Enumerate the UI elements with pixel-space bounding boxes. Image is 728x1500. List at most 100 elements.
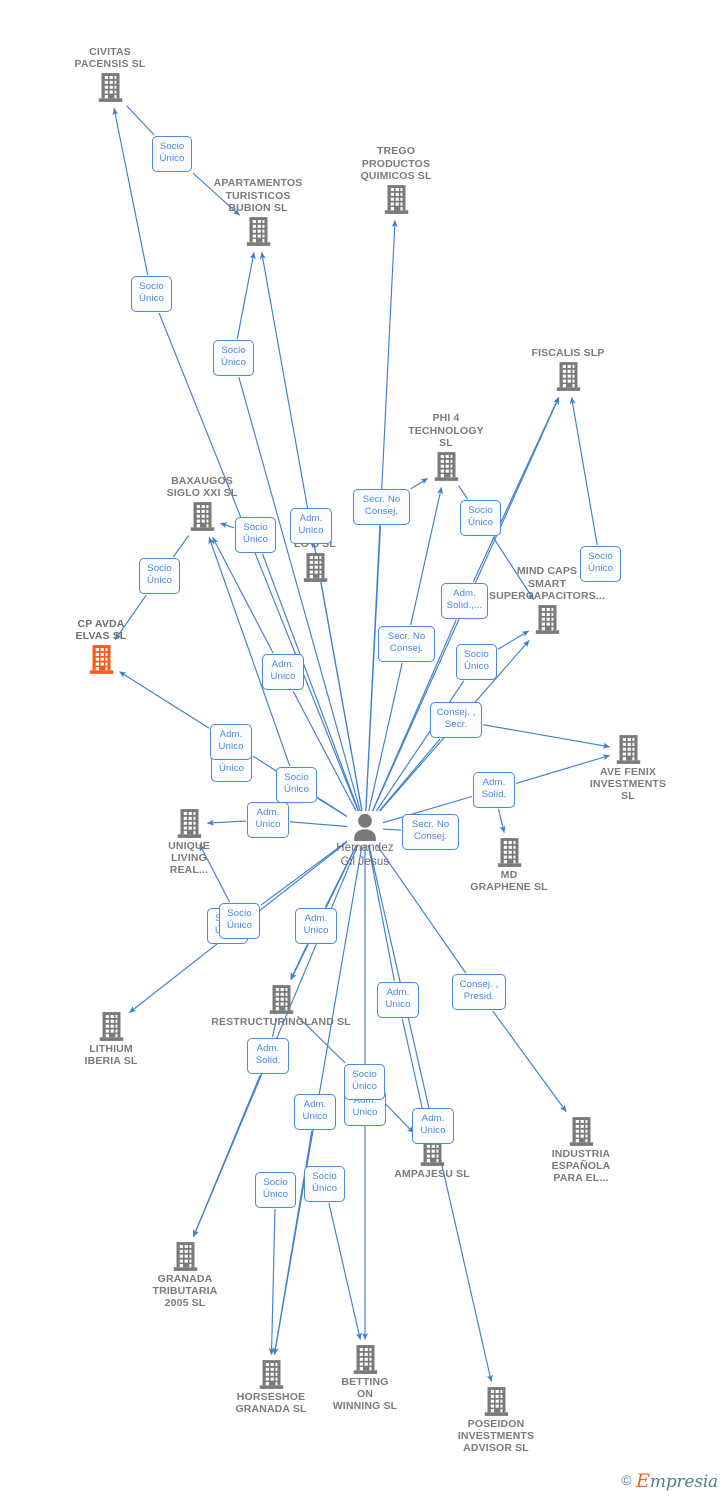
relation-tag[interactable]: Adm. Unico: [295, 908, 337, 944]
graph-node-restructuring[interactable]: RESTRUCTURINGLAND SL: [211, 984, 351, 1028]
relation-tag[interactable]: Socio Único: [235, 517, 276, 553]
graph-node-trego[interactable]: TREGO PRODUCTOS QUIMICOS SL: [326, 145, 466, 214]
relation-tag[interactable]: Adm. Unico: [262, 654, 304, 690]
relation-tag[interactable]: Socio Único: [219, 903, 260, 939]
graph-node-label: MD GRAPHENE SL: [470, 868, 548, 893]
relation-tag[interactable]: Socio Único: [152, 136, 192, 172]
graph-node-label: UNIQUE LIVING REAL...: [168, 839, 210, 877]
graph-edge: [112, 107, 149, 276]
graph-edge: [236, 251, 256, 340]
building-icon: [211, 984, 351, 1015]
building-icon: [40, 72, 180, 103]
graph-edge: [492, 1010, 567, 1113]
building-icon: [426, 1386, 566, 1417]
graph-node-civitas[interactable]: CIVITAS PACENSIS SL: [40, 46, 180, 103]
graph-edge: [410, 486, 443, 626]
graph-node-poseidon[interactable]: POSEIDON INVESTMENTS ADVISOR SL: [426, 1386, 566, 1455]
graph-edge: [290, 944, 308, 981]
graph-node-avefenix[interactable]: AVE FENIX INVESTMENTS SL: [558, 734, 698, 803]
graph-node-label: POSEIDON INVESTMENTS ADVISOR SL: [457, 1417, 535, 1455]
copyright-icon: ©: [621, 1472, 632, 1488]
watermark-brand-initial: E: [636, 1470, 650, 1492]
relation-tag[interactable]: Adm. Unico: [247, 802, 289, 838]
graph-edge: [458, 485, 469, 500]
relation-tag[interactable]: Socio Único: [255, 1172, 296, 1208]
relation-tag[interactable]: Adm. Solid.: [247, 1038, 289, 1074]
relation-tag[interactable]: Adm. Unico: [294, 1094, 336, 1130]
relation-tag[interactable]: Adm. Unico: [377, 982, 419, 1018]
relation-tag[interactable]: Adm. Solid.: [473, 772, 515, 808]
graph-node-granada[interactable]: GRANADA TRIBUTARIA 2005 SL: [115, 1241, 255, 1310]
building-icon: [295, 1344, 435, 1375]
relation-tag[interactable]: Socio Único: [139, 558, 180, 594]
building-icon: [31, 644, 171, 675]
building-icon: [115, 1241, 255, 1272]
graph-edge: [126, 105, 155, 136]
relation-tag[interactable]: Secr. No Consej.: [378, 626, 435, 662]
graph-node-label: RESTRUCTURINGLAND SL: [211, 1015, 351, 1028]
graph-node-mdgraphene[interactable]: MD GRAPHENE SL: [439, 837, 579, 894]
building-icon: [376, 451, 516, 482]
graph-node-label: INDUSTRIA ESPAÑOLA PARA EL...: [551, 1147, 611, 1185]
graph-edge: [569, 396, 598, 546]
relation-tag[interactable]: Adm. Unico: [412, 1108, 454, 1144]
graph-node-phi4[interactable]: PHI 4 TECHNOLOGY SL: [376, 412, 516, 481]
graph-edge: [313, 544, 363, 812]
graph-edge: [375, 680, 465, 812]
relation-tag[interactable]: Socio Único: [344, 1064, 385, 1100]
graph-edge: [368, 662, 403, 812]
building-icon: [558, 734, 698, 765]
graph-node-label: LITHIUM IBERIA SL: [84, 1042, 138, 1067]
relation-tag[interactable]: Socio Único: [131, 276, 172, 312]
graph-node-betting[interactable]: BETTING ON WINNING SL: [295, 1344, 435, 1413]
graph-edge: [238, 376, 361, 812]
graph-edge: [378, 738, 441, 812]
relation-tag[interactable]: Socio Único: [456, 644, 497, 680]
graph-node-cpavda[interactable]: CP AVDA ELVAS SL: [31, 618, 171, 675]
relation-tag[interactable]: Adm. Unico: [210, 724, 252, 760]
relation-tag[interactable]: Secr. No Consej.: [353, 489, 410, 525]
relation-tag[interactable]: Socio Único: [460, 500, 501, 536]
building-icon: [119, 808, 259, 839]
empresia-watermark: © Empresia: [621, 1470, 718, 1492]
graph-node-label: CP AVDA ELVAS SL: [75, 617, 127, 643]
graph-node-label: GRANADA TRIBUTARIA 2005 SL: [152, 1272, 218, 1310]
relation-tag[interactable]: Socio Único: [580, 546, 621, 582]
relation-tag[interactable]: Socio Único: [213, 340, 254, 376]
relation-tag[interactable]: Consej. , Presid.: [452, 974, 506, 1010]
graph-node-lithium[interactable]: LITHIUM IBERIA SL: [41, 1011, 181, 1068]
network-graph-canvas: CIVITAS PACENSIS SL APARTAMENTOS TURISTIC…: [0, 0, 728, 1500]
relation-tag[interactable]: Socio Único: [304, 1166, 345, 1202]
graph-node-uniqueliving[interactable]: UNIQUE LIVING REAL...: [119, 808, 259, 877]
graph-node-label: APARTAMENTOS TURISTICOS BUBION SL: [213, 177, 303, 215]
building-icon: [477, 604, 617, 635]
watermark-brand-text: mpresia: [649, 1472, 718, 1492]
building-icon: [188, 216, 328, 247]
relation-tag[interactable]: Consej. , Secr.: [430, 702, 482, 738]
building-icon: [245, 552, 385, 583]
graph-node-label: PHI 4 TECHNOLOGY SL: [408, 412, 484, 450]
graph-node-label: FISCALIS SLP: [531, 347, 605, 360]
graph-edge: [192, 1074, 261, 1238]
graph-edge: [382, 1100, 414, 1134]
graph-node-fiscalis[interactable]: FISCALIS SLP: [498, 347, 638, 391]
graph-edge: [497, 808, 506, 834]
graph-node-label: AMPAJESU SL: [394, 1167, 470, 1180]
graph-node-apartamentos[interactable]: APARTAMENTOS TURISTICOS BUBION SL: [188, 177, 328, 246]
relation-tag[interactable]: Socio Único: [276, 767, 317, 803]
graph-node-label: BETTING ON WINNING SL: [332, 1375, 398, 1413]
graph-edge: [268, 1208, 276, 1356]
relation-tag[interactable]: Adm. Unico: [290, 508, 332, 544]
building-icon: [498, 361, 638, 392]
relation-tag[interactable]: Adm. Solid.,...: [441, 583, 488, 619]
building-icon: [439, 837, 579, 868]
graph-node-label: TREGO PRODUCTOS QUIMICOS SL: [360, 145, 432, 183]
graph-edge: [272, 1130, 313, 1356]
relation-tag[interactable]: Secr. No Consej.: [402, 814, 459, 850]
graph-node-label: AVE FENIX INVESTMENTS SL: [589, 765, 667, 803]
graph-edge: [118, 671, 210, 729]
building-icon: [326, 184, 466, 215]
building-icon: [41, 1011, 181, 1042]
graph-node-industria[interactable]: INDUSTRIA ESPAÑOLA PARA EL...: [511, 1116, 651, 1185]
graph-node-label: BAXAUGOS SIGLO XXI SL: [166, 474, 238, 500]
